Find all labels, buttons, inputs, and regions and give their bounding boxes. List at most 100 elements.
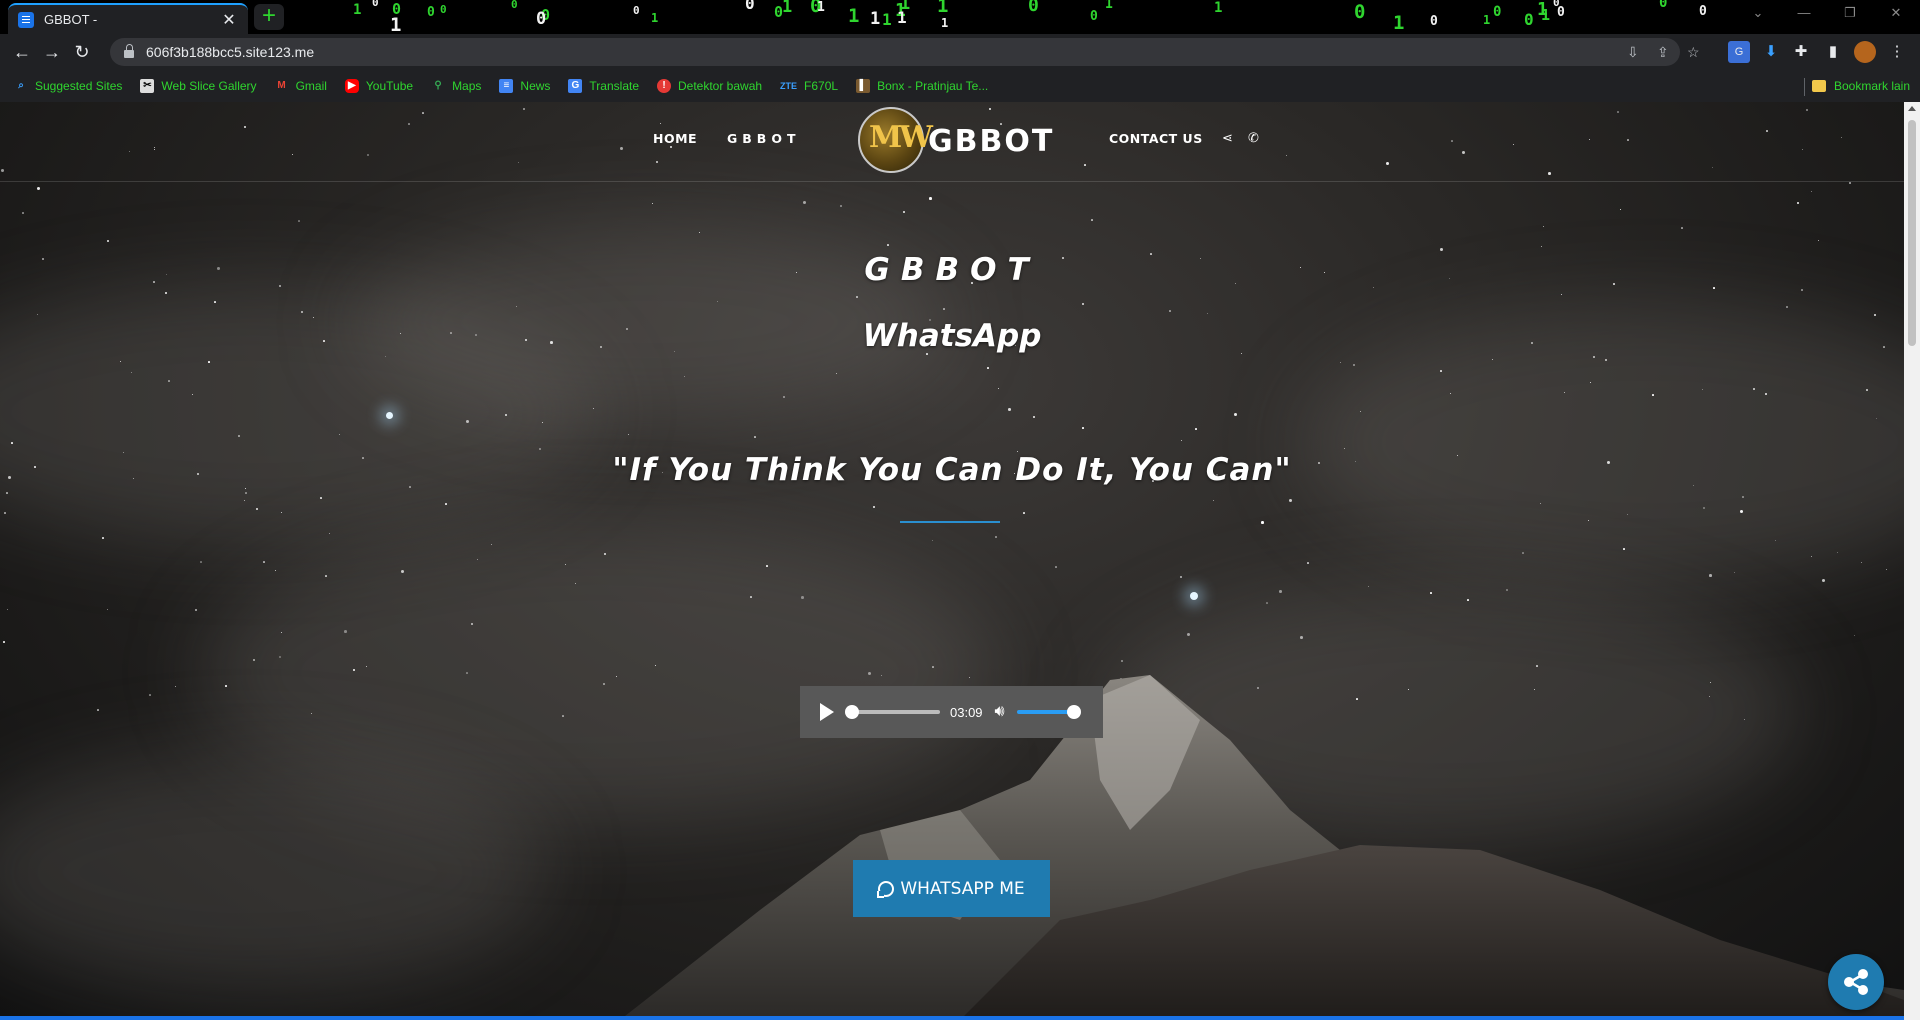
bookmark-gmail[interactable]: M Gmail <box>275 79 327 93</box>
bookmark-label: Maps <box>452 79 482 93</box>
browser-tab[interactable]: GBBOT - ✕ <box>8 3 248 34</box>
forward-arrow-icon[interactable]: → <box>38 38 66 66</box>
new-tab-button[interactable]: + <box>254 4 284 30</box>
star <box>1467 599 1469 601</box>
site-logo-emblem[interactable]: MW <box>858 107 933 173</box>
scrollbar-thumb[interactable] <box>1908 120 1916 346</box>
star <box>1703 507 1705 509</box>
search-icon: ⌕ <box>18 80 24 91</box>
star <box>1055 566 1057 568</box>
play-icon[interactable] <box>820 703 834 721</box>
bookmark-detektor-bawah[interactable]: ! Detektor bawah <box>657 79 762 93</box>
star <box>943 308 945 310</box>
star <box>1008 408 1011 411</box>
share-page-icon[interactable]: ⇪ <box>1657 44 1669 61</box>
matrix-digit: 1 <box>390 14 402 35</box>
star <box>1289 499 1293 503</box>
folder-icon <box>1811 80 1826 92</box>
star <box>783 396 785 398</box>
star <box>7 609 9 611</box>
matrix-digit: 1 <box>848 5 860 27</box>
news-icon: ≡ <box>499 79 514 93</box>
logo-emblem-text: MW <box>869 120 933 155</box>
bookmark-label: News <box>520 79 551 93</box>
reload-icon[interactable]: ↻ <box>68 38 96 66</box>
star <box>1652 394 1654 396</box>
scroll-up-arrow-icon[interactable] <box>1908 106 1916 111</box>
close-window-button[interactable]: ✕ <box>1874 0 1918 28</box>
nav-gbbot-link[interactable]: GBBOT <box>727 131 800 146</box>
download-icon[interactable]: ⬇ <box>1760 41 1782 63</box>
bookmark-youtube[interactable]: ▶ YouTube <box>344 79 413 93</box>
bookmark-label: F670L <box>804 79 839 93</box>
tab-search-icon[interactable]: ⌄ <box>1736 0 1780 28</box>
star <box>3 641 5 643</box>
bookmark-bonx-pratinjau-te[interactable]: ▌ Bonx - Pratinjau Te... <box>856 79 988 93</box>
bookmark-news[interactable]: ≡ News <box>499 79 550 93</box>
lock-icon[interactable] <box>124 44 134 58</box>
matrix-digit: 1 <box>1214 0 1223 16</box>
side-panel-icon[interactable]: ▮ <box>1822 41 1844 63</box>
star <box>1811 191 1813 193</box>
site-logo-text[interactable]: GBBOT <box>928 124 1054 159</box>
whatsapp-me-button[interactable]: WHATSAPP ME <box>853 860 1050 917</box>
page-scrollbar[interactable] <box>1904 102 1920 1020</box>
star <box>208 361 210 363</box>
matrix-digit: 1 <box>870 9 881 29</box>
nav-contact-link[interactable]: CONTACT US <box>1109 131 1203 146</box>
browser-menu-icon[interactable]: ⋮ <box>1886 41 1908 63</box>
star <box>1266 602 1268 604</box>
translate-icon: G <box>568 79 583 93</box>
address-bar[interactable]: 606f3b188bcc5.site123.me ⇩ ⇪ ☆ <box>110 38 1700 66</box>
matrix-digit: 0 <box>1493 4 1502 20</box>
other-bookmarks-folder[interactable]: Bookmark lain <box>1811 79 1910 93</box>
bookmark-translate[interactable]: G Translate <box>568 79 639 93</box>
minimize-button[interactable]: — <box>1782 0 1826 28</box>
tab-close-button[interactable]: ✕ <box>220 10 238 30</box>
volume-slider[interactable] <box>1016 705 1081 719</box>
floating-share-button[interactable] <box>1828 954 1884 1010</box>
volume-icon[interactable]: 🔊︎ <box>995 703 1005 721</box>
install-app-icon[interactable]: ⇩ <box>1627 44 1639 61</box>
restore-button[interactable]: ❐ <box>1828 0 1872 28</box>
volume-thumb[interactable] <box>1066 705 1081 719</box>
seek-thumb[interactable] <box>845 705 859 719</box>
matrix-digit: 0 <box>372 0 379 9</box>
star <box>1620 209 1622 211</box>
hero-subtitle: WhatsApp <box>862 318 1042 354</box>
audio-seek-bar[interactable] <box>845 705 940 719</box>
bookmark-label: Bonx - Pratinjau Te... <box>877 79 989 93</box>
star <box>1300 636 1303 639</box>
share-icon[interactable]: ⋖ <box>1222 130 1233 146</box>
extensions-puzzle-icon[interactable]: ✚ <box>1790 41 1812 63</box>
bookmarks-bar: ⌕ Suggested Sites ✂ Web Slice Gallery M Gmail… <box>0 70 1920 102</box>
nav-home-link[interactable]: HOME <box>653 131 697 146</box>
address-url[interactable]: 606f3b188bcc5.site123.me <box>146 44 314 60</box>
matrix-digit: 1 <box>817 0 825 15</box>
bookmark-star-icon[interactable]: ☆ <box>1687 44 1700 61</box>
star <box>1261 521 1264 524</box>
star <box>1430 592 1432 594</box>
matrix-digit: 0 <box>1659 0 1668 11</box>
star <box>1786 306 1788 308</box>
star <box>11 442 13 444</box>
matrix-digit: 0 <box>1354 1 1366 23</box>
matrix-digit: 0 <box>1553 0 1560 9</box>
phone-icon[interactable]: ✆ <box>1248 130 1259 146</box>
bookmark-label: Web Slice Gallery <box>161 79 257 93</box>
bookmark-web-slice-gallery[interactable]: ✂ Web Slice Gallery <box>140 79 257 93</box>
matrix-digit: 1 <box>1393 12 1405 34</box>
bookmark-maps[interactable]: ⚲ Maps <box>431 79 481 93</box>
profile-avatar[interactable] <box>1854 41 1876 63</box>
star <box>1279 590 1282 593</box>
star <box>1082 427 1084 429</box>
matrix-digit: 0 <box>1524 10 1534 29</box>
back-arrow-icon[interactable]: ← <box>8 38 36 66</box>
matrix-digit: 0 <box>774 3 784 21</box>
star <box>1866 389 1868 391</box>
matrix-digit: 1 <box>937 0 949 17</box>
translate-extension-icon[interactable]: G <box>1728 41 1750 63</box>
bookmark-f670l[interactable]: ZTE F670L <box>780 79 838 93</box>
bookmark-suggested-sites[interactable]: ⌕ Suggested Sites <box>14 79 122 93</box>
site-header: HOME GBBOT MW GBBOT CONTACT US ⋖ ✆ <box>0 102 1904 182</box>
